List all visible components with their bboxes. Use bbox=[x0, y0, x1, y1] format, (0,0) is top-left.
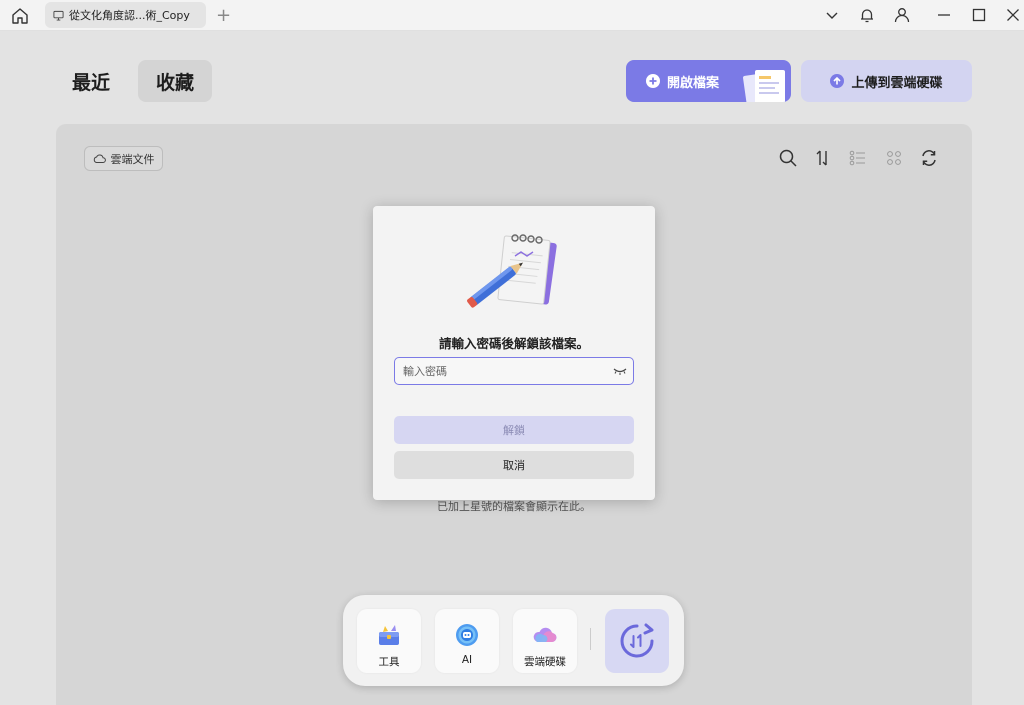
open-file-button[interactable]: 開啟檔案 bbox=[626, 60, 791, 102]
cloud-drive-icon bbox=[533, 627, 557, 642]
dock-cloud-label: 雲端硬碟 bbox=[524, 656, 566, 668]
dock-ai-label: AI bbox=[461, 654, 473, 666]
unlock-button[interactable]: 解鎖 bbox=[394, 416, 634, 444]
grid-view-icon[interactable] bbox=[884, 148, 904, 168]
monitor-icon bbox=[53, 10, 64, 21]
upload-arrow-icon bbox=[830, 74, 845, 88]
dock-tools-button[interactable]: 工具 bbox=[357, 609, 421, 673]
toolbox-icon bbox=[379, 625, 399, 645]
dock-convert-button[interactable] bbox=[605, 609, 669, 673]
circular-arrows-icon bbox=[620, 623, 654, 658]
cancel-button[interactable]: 取消 bbox=[394, 451, 634, 479]
tab-recent[interactable]: 最近 bbox=[60, 60, 122, 102]
cloud-docs-label: 雲端文件 bbox=[110, 152, 155, 166]
tab-favorites[interactable]: 收藏 bbox=[138, 60, 212, 102]
cloud-docs-filter[interactable]: 雲端文件 bbox=[84, 146, 163, 171]
chevron-down-icon[interactable] bbox=[823, 6, 841, 24]
empty-favorites-hint: 已加上星號的檔案會顯示在此。 bbox=[437, 500, 591, 513]
password-input[interactable] bbox=[403, 361, 603, 381]
upload-to-cloud-button[interactable]: 上傳到雲端硬碟 bbox=[801, 60, 972, 102]
upload-label: 上傳到雲端硬碟 bbox=[851, 75, 943, 91]
new-tab-button[interactable]: + bbox=[216, 5, 231, 26]
dock-cloud-drive-button[interactable]: 雲端硬碟 bbox=[513, 609, 577, 673]
bell-icon[interactable] bbox=[858, 6, 876, 24]
bottom-dock: 工具 AI 雲端硬碟 bbox=[343, 595, 684, 686]
open-file-label: 開啟檔案 bbox=[667, 75, 720, 91]
document-tab-title: 從文化角度認...術_Copy bbox=[69, 9, 190, 22]
maximize-icon[interactable] bbox=[970, 6, 988, 24]
dock-ai-button[interactable]: AI bbox=[435, 609, 499, 673]
password-field[interactable] bbox=[394, 357, 634, 385]
notepad-pencil-icon bbox=[467, 234, 557, 308]
eye-closed-icon[interactable] bbox=[613, 366, 627, 376]
password-dialog: 請輸入密碼後解鎖該檔案。 解鎖 取消 bbox=[373, 206, 655, 500]
dock-separator bbox=[590, 628, 591, 650]
document-tab[interactable]: 從文化角度認...術_Copy bbox=[45, 2, 206, 28]
user-icon[interactable] bbox=[893, 6, 911, 24]
search-icon[interactable] bbox=[778, 148, 798, 168]
list-view-icon[interactable] bbox=[848, 148, 868, 168]
title-bar: 從文化角度認...術_Copy + bbox=[0, 0, 1024, 31]
dialog-title: 請輸入密碼後解鎖該檔案。 bbox=[438, 336, 589, 351]
close-icon[interactable] bbox=[1004, 6, 1022, 24]
refresh-icon[interactable] bbox=[919, 148, 939, 168]
cloud-icon bbox=[93, 154, 106, 163]
documents-icon bbox=[743, 70, 785, 102]
plus-circle-icon bbox=[646, 74, 660, 88]
dock-tools-label: 工具 bbox=[378, 656, 400, 668]
minimize-icon[interactable] bbox=[935, 6, 953, 24]
ai-orb-icon bbox=[456, 624, 478, 646]
home-icon[interactable] bbox=[10, 6, 30, 26]
sort-icon[interactable] bbox=[813, 148, 833, 168]
